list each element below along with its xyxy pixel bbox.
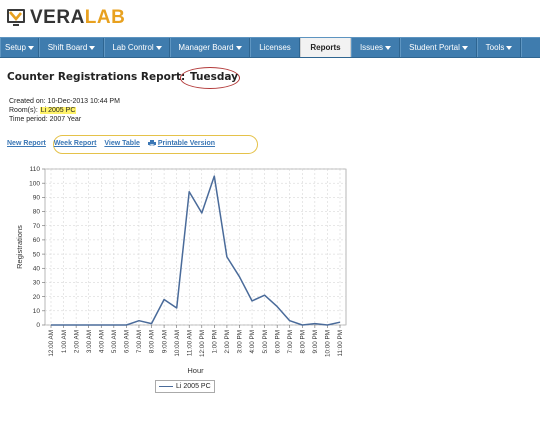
x-tick-label: 1:00 AM	[61, 330, 68, 353]
view-table-link[interactable]: View Table	[104, 140, 140, 147]
nav-reports[interactable]: Reports	[300, 38, 351, 57]
y-tick-label: 80	[33, 209, 41, 216]
nav-setup[interactable]: Setup	[0, 38, 39, 57]
printer-icon[interactable]	[147, 140, 156, 146]
report-day: Tuesday	[190, 71, 238, 83]
x-tick-label: 5:00 PM	[262, 330, 269, 353]
x-tick-label: 5:00 AM	[111, 330, 118, 353]
chevron-down-icon	[506, 45, 513, 50]
chevron-down-icon	[155, 45, 162, 50]
main-nav: Setup Shift Board Lab Control Manager Bo…	[0, 37, 540, 58]
created-on: Created on: 10-Dec-2013 10:44 PM	[9, 98, 120, 105]
chart-legend: Li 2005 PC	[155, 380, 215, 393]
veralab-logo: VERALAB	[6, 6, 125, 30]
y-tick-label: 50	[33, 251, 41, 258]
x-tick-label: 10:00 AM	[174, 330, 181, 357]
report-links: New Report Week Report View Table Printa…	[7, 140, 215, 147]
nav-issues[interactable]: Issues	[351, 38, 400, 57]
chevron-down-icon	[27, 45, 34, 50]
nav-lab-control[interactable]: Lab Control	[104, 38, 170, 57]
x-tick-label: 9:00 PM	[312, 330, 319, 353]
chevron-down-icon	[89, 45, 96, 50]
x-tick-label: 7:00 PM	[287, 330, 294, 353]
rooms: Room(s): Li 2005 PC	[9, 107, 77, 114]
page-title: Counter Registrations Report:	[7, 71, 186, 83]
y-tick-label: 20	[33, 294, 41, 301]
printable-version-link[interactable]: Printable Version	[158, 140, 215, 147]
y-axis-title: Registrations	[15, 225, 24, 269]
legend-swatch	[159, 385, 173, 388]
logo-text: VERALAB	[30, 7, 126, 28]
x-axis-title: Hour	[187, 366, 204, 375]
chevron-down-icon	[461, 45, 468, 50]
monitor-logo-icon	[7, 9, 25, 26]
x-tick-label: 3:00 PM	[237, 330, 244, 353]
x-tick-label: 4:00 PM	[249, 330, 256, 353]
x-tick-label: 8:00 PM	[300, 330, 307, 353]
new-report-link[interactable]: New Report	[7, 140, 46, 147]
room-highlight: Li 2005 PC	[39, 107, 77, 114]
chart-plot-area: 0 10 20 30 40 50 60 70 80 90 100 110 12:00 AM 1:00 AM…	[15, 166, 347, 375]
x-tick-label: 10:00 PM	[325, 330, 332, 357]
y-tick-label: 70	[33, 223, 41, 230]
x-tick-label: 1:00 PM	[212, 330, 219, 353]
x-tick-label: 6:00 AM	[124, 330, 131, 353]
y-tick-label: 100	[29, 180, 40, 187]
chevron-down-icon	[235, 45, 242, 50]
legend-label: Li 2005 PC	[176, 383, 211, 390]
x-tick-label: 12:00 AM	[48, 330, 55, 357]
x-tick-label: 2:00 AM	[73, 330, 80, 353]
registrations-chart: 0 10 20 30 40 50 60 70 80 90 100 110 12:00 AM 1:00 AM…	[15, 166, 347, 375]
x-tick-label: 11:00 PM	[337, 330, 344, 357]
nav-student-portal[interactable]: Student Portal	[400, 38, 477, 57]
nav-manager-board[interactable]: Manager Board	[170, 38, 250, 57]
chevron-down-icon	[385, 45, 392, 50]
y-tick-label: 10	[33, 308, 41, 315]
y-tick-label: 60	[33, 237, 41, 244]
x-tick-label: 11:00 AM	[186, 330, 193, 356]
x-tick-label: 4:00 AM	[98, 330, 105, 353]
x-tick-label: 8:00 AM	[149, 330, 156, 353]
nav-filler	[521, 38, 540, 57]
x-tick-label: 2:00 PM	[224, 330, 231, 353]
x-tick-label: 12:00 PM	[199, 330, 206, 357]
x-tick-label: 6:00 PM	[274, 330, 281, 353]
x-tick-label: 7:00 AM	[136, 330, 143, 353]
time-period: Time period: 2007 Year	[9, 116, 82, 123]
week-report-link[interactable]: Week Report	[54, 140, 97, 147]
y-tick-label: 90	[33, 195, 41, 202]
x-tick-label: 3:00 AM	[86, 330, 93, 353]
nav-shift-board[interactable]: Shift Board	[39, 38, 104, 57]
y-tick-label: 30	[33, 280, 41, 287]
x-tick-label: 9:00 AM	[161, 330, 168, 353]
nav-licenses[interactable]: Licenses	[250, 38, 300, 57]
y-tick-label: 110	[30, 166, 41, 173]
plot-frame	[44, 168, 347, 326]
nav-tools[interactable]: Tools	[477, 38, 521, 57]
y-tick-label: 0	[36, 322, 40, 329]
y-tick-label: 40	[33, 265, 41, 272]
